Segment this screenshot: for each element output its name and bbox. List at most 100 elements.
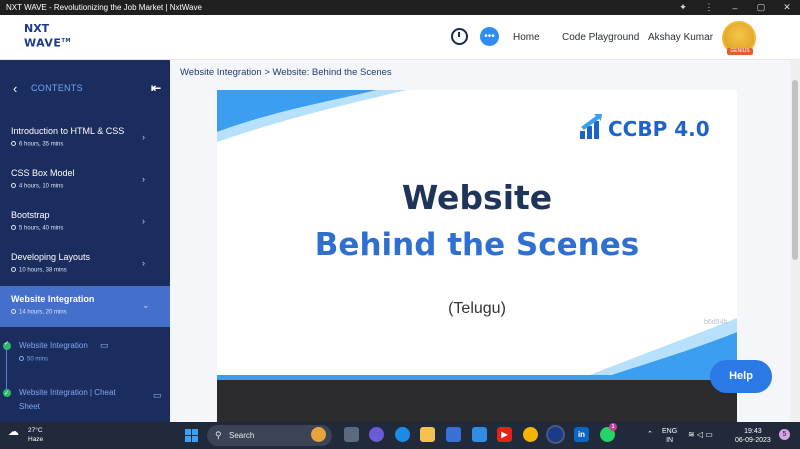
page-scrollbar[interactable] — [790, 60, 800, 422]
wifi-volume-battery-icon[interactable]: ≋ ◁ ▭ — [688, 430, 713, 439]
collapse-sidebar-icon[interactable]: ⇤ — [151, 81, 161, 95]
language-line2: IN — [666, 437, 674, 444]
taskbar-time: 19:43 — [744, 428, 762, 435]
file-explorer-icon[interactable] — [420, 427, 435, 442]
module-time: 14 hours, 20 mins — [19, 309, 67, 316]
clock-icon — [19, 356, 24, 361]
haze-icon: ☁ — [8, 426, 19, 438]
widget-duck-icon[interactable] — [311, 427, 326, 442]
breadcrumb[interactable]: Website Integration > Website: Behind th… — [180, 67, 392, 78]
task-view-icon[interactable] — [344, 427, 359, 442]
avatar[interactable]: GENIUS — [722, 21, 756, 55]
notification-badge[interactable]: 5 — [779, 429, 790, 440]
lesson-name: Website Integration — [19, 341, 88, 350]
weather-temp: 27°C — [28, 427, 43, 434]
sidebar: ‹ CONTENTS ⇤ Introduction to HTML & CSS … — [0, 60, 170, 422]
whatsapp-badge: 1 — [609, 423, 617, 431]
notepad-icon[interactable] — [472, 427, 487, 442]
more-menu-icon[interactable]: ⋮ — [696, 2, 722, 13]
language-line1: ENG — [662, 428, 678, 435]
module-name: Bootstrap — [11, 210, 50, 220]
stopwatch-icon[interactable] — [451, 28, 468, 45]
module-name: Introduction to HTML & CSS — [11, 126, 125, 136]
slide-title-highlight: Behind the Scenes — [314, 227, 640, 263]
window-controls: ✦ ⋮ – ▢ ✕ — [670, 0, 800, 15]
chevron-right-icon: › — [142, 174, 145, 184]
slide-title: Website — [401, 178, 553, 217]
maximize-icon[interactable]: ▢ — [748, 2, 774, 13]
chevron-up-icon[interactable]: ⌃ — [647, 430, 653, 439]
clock-icon — [11, 267, 16, 272]
youtube-icon[interactable]: ▶ — [497, 427, 512, 442]
chat-icon[interactable]: ••• — [480, 27, 499, 46]
clock-icon — [11, 183, 16, 188]
chevron-right-icon: › — [142, 132, 145, 142]
nav-code-playground-link[interactable]: Code Playground — [562, 32, 639, 43]
lesson-name: Website Integration | Cheat — [19, 387, 116, 397]
clock-icon — [11, 141, 16, 146]
module-time: 6 hours, 35 mins — [19, 141, 64, 148]
sidebar-module[interactable]: Introduction to HTML & CSS 6 hours, 35 m… — [0, 118, 170, 160]
chevron-right-icon: › — [142, 216, 145, 226]
whatsapp-icon[interactable]: 1 — [600, 423, 617, 442]
sidebar-title: CONTENTS — [31, 83, 83, 93]
slide-code: b6d94b — [704, 319, 728, 326]
video-slide: CCBP 4.0 Website Behind the Scenes (Telu… — [217, 90, 737, 380]
windows-taskbar: ☁ 27°C Haze ⚲ Search ▶ in 1 ⌃ ENG IN ≋ ◁… — [0, 422, 800, 449]
window-title: NXT WAVE - Revolutionizing the Job Marke… — [6, 3, 202, 12]
search-label: Search — [229, 431, 255, 440]
teams-chat-icon[interactable] — [369, 427, 384, 442]
ccbp-logo-icon — [580, 114, 602, 139]
module-time: 10 hours, 38 mins — [19, 267, 67, 274]
avatar-badge: GENIUS — [727, 48, 753, 55]
book-icon[interactable]: ▭ — [100, 340, 109, 351]
sidebar-module-active[interactable]: Website Integration 14 hours, 20 mins ⌄ — [0, 286, 170, 327]
chrome-icon[interactable] — [523, 427, 538, 442]
close-icon[interactable]: ✕ — [774, 2, 800, 13]
sidebar-module[interactable]: Bootstrap 5 hours, 40 mins › — [0, 202, 170, 244]
lesson-name-line2: Sheet — [19, 401, 40, 411]
minimize-icon[interactable]: – — [722, 3, 748, 13]
windows-start-icon[interactable] — [185, 429, 198, 442]
extensions-icon[interactable]: ✦ — [670, 2, 696, 13]
lesson-time: 50 mins — [27, 356, 49, 363]
microsoft-store-icon[interactable] — [446, 427, 461, 442]
scrollbar-thumb[interactable] — [792, 80, 798, 260]
sidebar-header: ‹ CONTENTS ⇤ — [0, 60, 170, 118]
module-time: 4 hours, 10 mins — [19, 183, 64, 190]
module-time: 5 hours, 40 mins — [19, 225, 64, 232]
logo-tm: TM — [61, 38, 71, 44]
chevron-down-icon: ⌄ — [142, 300, 150, 310]
linkedin-icon[interactable]: in — [574, 427, 589, 442]
main-content: Website Integration > Website: Behind th… — [170, 60, 790, 422]
user-name[interactable]: Akshay Kumar — [648, 32, 713, 43]
help-button[interactable]: Help — [710, 360, 772, 393]
video-player[interactable]: CCBP 4.0 Website Behind the Scenes (Telu… — [217, 90, 737, 422]
lesson-item[interactable]: Website Integration ▭ 50 mins — [0, 340, 170, 363]
nav-home-link[interactable]: Home — [513, 32, 540, 43]
edge-browser-icon[interactable] — [395, 427, 410, 442]
sidebar-module[interactable]: Developing Layouts 10 hours, 38 mins › — [0, 244, 170, 286]
module-name: CSS Box Model — [11, 168, 75, 178]
module-name: Developing Layouts — [11, 252, 91, 262]
language-indicator[interactable]: ENG IN — [662, 427, 677, 445]
clock-icon — [11, 225, 16, 230]
logo-line2: WAVE — [24, 36, 62, 50]
sidebar-module[interactable]: CSS Box Model 4 hours, 10 mins › — [0, 160, 170, 202]
slide-language: (Telugu) — [448, 300, 506, 317]
completed-check-icon — [3, 387, 11, 401]
clock-icon — [11, 309, 16, 314]
chevron-left-icon[interactable]: ‹ — [13, 81, 17, 96]
book-icon[interactable]: ▭ — [153, 388, 162, 402]
lesson-item[interactable]: Website Integration | Cheat Sheet ▭ — [0, 386, 170, 414]
chevron-right-icon: › — [142, 258, 145, 268]
taskbar-date: 06-09-2023 — [735, 437, 771, 444]
nxtwave-app-icon[interactable] — [548, 427, 563, 442]
ccbp-brand: CCBP 4.0 — [608, 117, 710, 141]
nxtwave-logo[interactable]: NXT WAVETM — [24, 23, 76, 53]
logo-line1: NXT — [24, 22, 50, 35]
app-header: NXT WAVETM ••• Home Code Playground Aksh… — [0, 15, 800, 60]
weather-widget[interactable]: ☁ 27°C Haze — [8, 426, 43, 444]
clock-date[interactable]: 19:43 06-09-2023 — [735, 427, 771, 445]
completed-check-icon — [3, 340, 11, 350]
